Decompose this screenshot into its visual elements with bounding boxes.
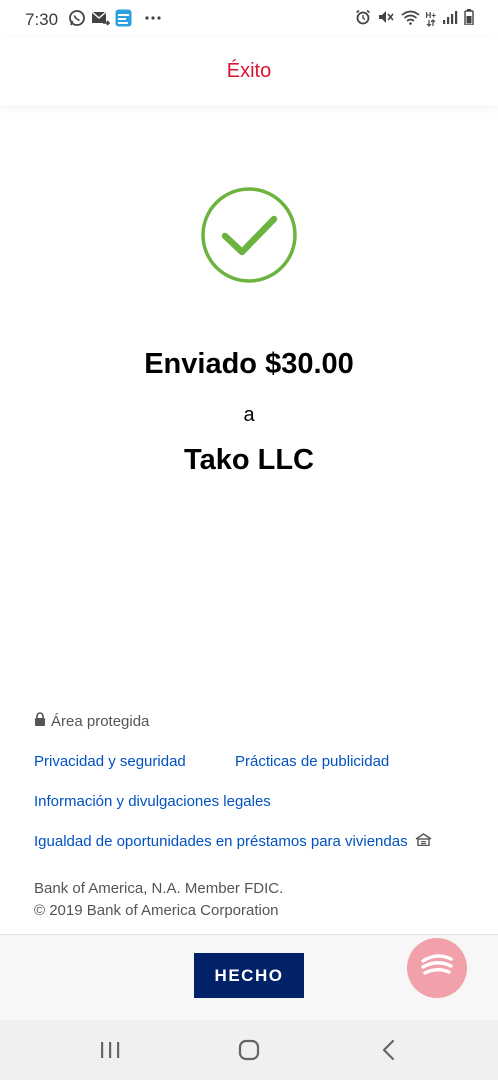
advertising-practices-link[interactable]: Prácticas de publicidad (235, 753, 389, 770)
whatsapp-icon (68, 9, 86, 32)
mute-icon (377, 9, 395, 30)
sent-amount: Enviado $30.00 (144, 348, 354, 380)
confirmation-panel: Enviado $30.00 a Tako LLC Área protegida… (0, 106, 498, 934)
app-notification-icon (115, 9, 132, 32)
back-icon[interactable] (374, 1035, 404, 1065)
status-bar: 7:30 H+ (0, 0, 498, 38)
done-button[interactable]: HECHO (194, 953, 304, 998)
battery-icon (464, 8, 474, 30)
recipient-connector: a (243, 404, 255, 426)
network-icon: H+ (425, 10, 436, 27)
legal-disclosures-link[interactable]: Información y divulgaciones legales (34, 793, 271, 810)
equal-housing-link-text: Igualdad de oportunidades en préstamos p… (34, 833, 408, 850)
wifi-icon (401, 9, 420, 30)
checkmark-circle-icon (200, 186, 298, 284)
privacy-security-link[interactable]: Privacidad y seguridad (34, 753, 186, 770)
secure-area-text: Área protegida (51, 712, 150, 730)
recipient-name: Tako LLC (184, 444, 314, 476)
email-forward-icon (91, 9, 111, 32)
recent-apps-icon[interactable] (95, 1035, 125, 1065)
action-bar: HECHO (0, 934, 498, 1020)
lock-icon (34, 712, 46, 730)
signal-icon (442, 10, 458, 29)
page-title: Éxito (226, 60, 272, 82)
status-icons: H+ (355, 8, 474, 30)
assistant-icon (420, 953, 454, 984)
legal-footer: Bank of America, N.A. Member FDIC. © 201… (34, 878, 283, 922)
network-label: H+ (425, 10, 436, 20)
alarm-icon (355, 9, 371, 30)
app-header: Éxito (0, 38, 498, 106)
copyright-text: © 2019 Bank of America Corporation (34, 902, 279, 919)
secure-area-label: Área protegida (34, 712, 149, 730)
equal-housing-link[interactable]: Igualdad de oportunidades en préstamos p… (34, 833, 432, 850)
fdic-text: Bank of America, N.A. Member FDIC. (34, 880, 284, 897)
home-icon[interactable] (234, 1035, 264, 1065)
more-notifications-icon (145, 9, 161, 32)
chat-assistant-button[interactable] (407, 938, 467, 998)
equal-housing-icon (415, 833, 432, 850)
system-nav-bar (0, 1020, 498, 1080)
status-time: 7:30 (25, 10, 59, 29)
